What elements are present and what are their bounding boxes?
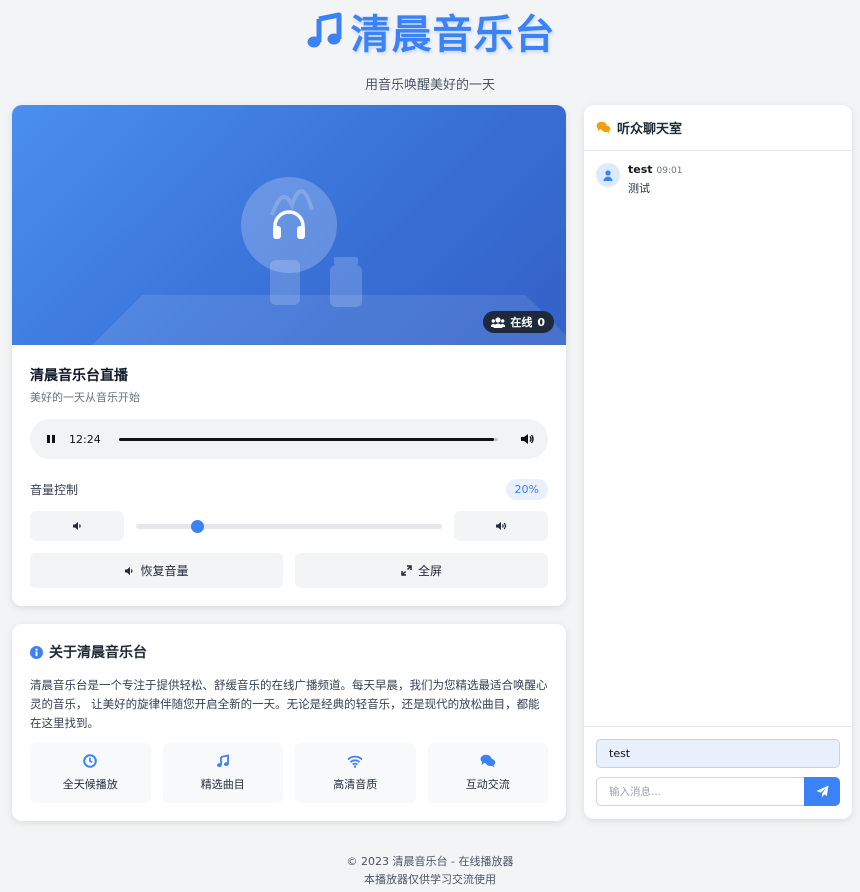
clock-icon xyxy=(83,754,98,768)
chat-messages: test 09:01 测试 xyxy=(584,151,852,726)
footer-copyright: © 2023 清晨音乐台 - 在线播放器 xyxy=(346,855,514,868)
send-row xyxy=(596,777,840,806)
left-column: 在线 0 清晨音乐台直播 美好的一天从音乐开始 12:24 音量控制 20% 恢… xyxy=(12,105,566,821)
volume-restore-icon xyxy=(125,566,133,575)
paper-plane-icon xyxy=(816,785,828,798)
page-footer: © 2023 清晨音乐台 - 在线播放器 本播放器仅供学习交流使用 xyxy=(0,853,860,889)
message-meta: test 09:01 xyxy=(628,163,682,176)
volume-label: 音量控制 xyxy=(30,483,79,497)
restore-volume-button[interactable]: 恢复音量 xyxy=(30,553,283,588)
chat-message: test 09:01 测试 xyxy=(596,163,840,196)
username-input[interactable] xyxy=(596,739,840,768)
about-title-text: 关于清晨音乐台 xyxy=(49,645,147,661)
comments-icon xyxy=(596,121,611,134)
player-cover: 在线 0 xyxy=(12,105,566,345)
chat-title: 听众聊天室 xyxy=(617,122,683,137)
audio-player: 12:24 xyxy=(30,419,548,459)
about-description: 清晨音乐台是一个专注于提供轻松、舒缓音乐的在线广播频道。每天早晨，我们为您精选最… xyxy=(30,678,548,730)
about-title: 关于清晨音乐台 xyxy=(30,642,548,662)
headphones-button[interactable] xyxy=(241,177,337,273)
feature-item: 精选曲目 xyxy=(162,743,283,803)
online-count-badge: 在线 0 xyxy=(483,311,554,333)
users-icon xyxy=(491,316,506,328)
message-input[interactable] xyxy=(596,777,804,806)
volume-controls xyxy=(30,511,548,541)
send-button[interactable] xyxy=(804,777,840,806)
feature-item: 高清音质 xyxy=(295,743,416,803)
comments-icon xyxy=(480,754,496,768)
message-user: test xyxy=(628,163,653,176)
info-icon xyxy=(30,645,43,659)
volume-percent-badge: 20% xyxy=(505,479,548,500)
progress-fill xyxy=(118,437,495,441)
user-icon xyxy=(603,169,613,181)
online-count: 0 xyxy=(537,315,545,329)
footer-note: 本播放器仅供学习交流使用 xyxy=(364,873,496,886)
volume-down-button[interactable] xyxy=(30,511,124,541)
volume-slider-knob[interactable] xyxy=(191,519,205,533)
feature-list: 全天候播放 精选曲目 高清音质 互动交流 xyxy=(30,743,548,803)
page-subtitle: 用音乐唤醒美好的一天 xyxy=(364,78,495,93)
about-card: 关于清晨音乐台 清晨音乐台是一个专注于提供轻松、舒缓音乐的在线广播频道。每天早晨… xyxy=(12,624,566,821)
expand-icon xyxy=(401,565,412,576)
player-card: 在线 0 清晨音乐台直播 美好的一天从音乐开始 12:24 音量控制 20% 恢… xyxy=(12,105,566,606)
page-title-text: 清晨音乐台 xyxy=(350,12,556,58)
chat-input-area xyxy=(584,726,852,819)
headphones-icon xyxy=(273,210,305,239)
volume-up-button[interactable] xyxy=(454,511,548,541)
restore-volume-label: 恢复音量 xyxy=(140,564,189,578)
current-time: 12:24 xyxy=(69,432,101,446)
page-header: 清晨音乐台 用音乐唤醒美好的一天 xyxy=(0,0,860,96)
avatar xyxy=(596,163,620,187)
volume-low-icon xyxy=(72,522,81,530)
feature-label: 互动交流 xyxy=(465,778,510,791)
pause-icon[interactable] xyxy=(45,433,57,445)
right-column: 听众聊天室 test 09:01 测试 xyxy=(584,105,852,819)
wifi-icon xyxy=(347,755,363,768)
stream-title: 清晨音乐台直播 xyxy=(30,368,128,384)
message-text: 测试 xyxy=(628,182,650,195)
feature-label: 高清音质 xyxy=(333,777,378,791)
online-label: 在线 xyxy=(510,316,533,329)
chat-panel: 听众聊天室 test 09:01 测试 xyxy=(584,105,852,819)
volume-slider[interactable] xyxy=(136,519,442,533)
message-time: 09:01 xyxy=(656,166,683,176)
feature-item: 全天候播放 xyxy=(30,743,151,803)
stream-subtitle: 美好的一天从音乐开始 xyxy=(30,391,140,404)
feature-label: 精选曲目 xyxy=(200,778,245,791)
player-actions: 恢复音量 全屏 xyxy=(30,553,548,588)
volume-high-icon xyxy=(495,522,506,530)
chat-header: 听众聊天室 xyxy=(584,105,852,151)
feature-label: 全天候播放 xyxy=(62,778,118,791)
music-note-icon xyxy=(307,12,341,48)
feature-item: 互动交流 xyxy=(427,743,548,803)
fullscreen-button[interactable]: 全屏 xyxy=(295,553,548,588)
volume-header: 音量控制 20% xyxy=(30,479,548,500)
page-title: 清晨音乐台 xyxy=(305,2,556,60)
player-body: 清晨音乐台直播 美好的一天从音乐开始 12:24 音量控制 20% 恢复音量 全… xyxy=(12,345,566,606)
speaker-icon[interactable] xyxy=(520,433,534,445)
progress-track[interactable] xyxy=(118,437,498,441)
music-note-icon xyxy=(216,754,229,768)
fullscreen-label: 全屏 xyxy=(417,564,442,578)
